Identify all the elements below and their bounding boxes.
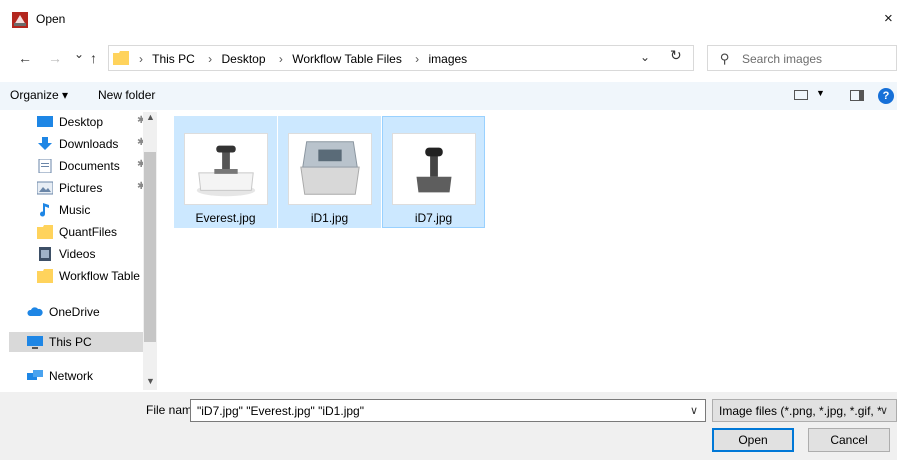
window-title: Open — [36, 12, 66, 26]
change-view-dropdown-icon[interactable]: ▼ — [816, 88, 825, 98]
file-type-select[interactable]: Image files (*.png, *.jpg, *.gif, * — [712, 399, 897, 422]
sidebar-item-label: Network — [49, 369, 94, 383]
folder-icon — [37, 269, 53, 283]
sidebar-item-label: Desktop — [59, 115, 104, 129]
new-folder-button[interactable]: New folder — [98, 88, 155, 102]
breadcrumb-separator: › — [139, 52, 143, 66]
videos-icon — [39, 247, 51, 261]
breadcrumb-separator: › — [415, 52, 420, 66]
music-icon — [40, 203, 49, 217]
breadcrumb-separator: › — [208, 52, 213, 66]
file-name-label: iD7.jpg — [414, 211, 453, 225]
image-thumbnail — [288, 133, 372, 205]
sidebar-item-downloads[interactable]: Downloads ✱ — [37, 134, 147, 154]
onedrive-icon — [27, 307, 43, 316]
file-name-dropdown-button[interactable]: ∨ — [690, 404, 698, 417]
downloads-icon — [38, 137, 52, 150]
cancel-button[interactable]: Cancel — [808, 428, 890, 452]
command-bar: Organize ▾ New folder ▼ ? — [0, 82, 897, 110]
file-name-input[interactable]: "iD7.jpg" "Everest.jpg" "iD1.jpg" — [190, 399, 706, 422]
search-box[interactable]: ⚲ Search images — [707, 45, 897, 71]
pictures-icon — [37, 181, 53, 195]
sidebar-item-pictures[interactable]: Pictures ✱ — [37, 178, 147, 198]
file-item-id7[interactable]: iD7.jpg — [382, 116, 485, 228]
sidebar-item-music[interactable]: Music — [37, 200, 147, 220]
sidebar-item-label: This PC — [49, 335, 92, 349]
file-name-label: iD1.jpg — [310, 211, 349, 225]
address-dropdown-button[interactable]: ⌄ — [640, 50, 650, 64]
breadcrumb-workflow-table-files[interactable]: Workflow Table Files — [292, 52, 402, 66]
folder-icon — [113, 51, 129, 65]
sidebar-item-label: QuantFiles — [59, 225, 118, 239]
title-bar: Open × — [0, 0, 897, 38]
sidebar-item-documents[interactable]: Documents ✱ — [37, 156, 147, 176]
network-icon — [27, 370, 43, 380]
sidebar-item-quantfiles[interactable]: QuantFiles — [37, 222, 147, 242]
sidebar-item-label: Documents — [59, 159, 120, 173]
address-bar[interactable]: › This PC › Desktop › Workflow Table Fil… — [108, 45, 694, 71]
search-placeholder: Search images — [742, 52, 823, 66]
file-name-label: Everest.jpg — [195, 211, 256, 225]
breadcrumb-separator: › — [278, 52, 283, 66]
breadcrumb-desktop[interactable]: Desktop — [222, 52, 266, 66]
this-pc-icon — [27, 336, 43, 349]
scroll-up-icon[interactable]: ▲ — [146, 112, 155, 122]
sidebar-item-onedrive[interactable]: OneDrive — [27, 302, 137, 322]
file-item-everest[interactable]: Everest.jpg — [174, 116, 277, 228]
organize-menu-button[interactable]: Organize ▾ — [10, 88, 68, 102]
recent-locations-button[interactable]: ⌄ — [74, 47, 84, 61]
breadcrumb-this-pc[interactable]: This PC — [152, 52, 195, 66]
sidebar-item-workflow-table-files[interactable]: Workflow Table I — [37, 266, 147, 286]
sidebar-item-label: Music — [59, 203, 91, 217]
forward-button[interactable]: → — [48, 50, 62, 66]
refresh-button[interactable]: ↻ — [670, 47, 682, 64]
sidebar-item-this-pc[interactable]: This PC — [9, 332, 143, 352]
change-view-icon[interactable] — [794, 90, 808, 100]
desktop-icon — [37, 116, 53, 127]
back-button[interactable]: ← — [18, 50, 32, 66]
help-icon[interactable]: ? — [878, 88, 894, 104]
up-button[interactable]: ↑ — [90, 50, 97, 66]
sidebar-scrollbar[interactable]: ▲ ▼ — [143, 112, 157, 390]
sidebar-item-desktop[interactable]: Desktop ✱ — [37, 112, 145, 132]
folder-icon — [37, 225, 53, 239]
scroll-down-icon[interactable]: ▼ — [146, 376, 155, 386]
preview-pane-icon[interactable] — [850, 90, 864, 101]
image-thumbnail — [184, 133, 268, 205]
image-thumbnail — [392, 133, 476, 205]
file-item-id1[interactable]: iD1.jpg — [278, 116, 381, 228]
sidebar-item-network[interactable]: Network — [27, 366, 137, 386]
open-button[interactable]: Open — [712, 428, 794, 452]
sidebar-item-label: Pictures — [59, 181, 103, 195]
sidebar-item-label: Videos — [59, 247, 96, 261]
sidebar-item-videos[interactable]: Videos — [37, 244, 147, 264]
close-button[interactable]: × — [884, 10, 893, 27]
sidebar-item-label: OneDrive — [49, 305, 100, 319]
scrollbar-thumb[interactable] — [144, 152, 156, 342]
navigation-pane: Desktop ✱ Downloads ✱ Documents ✱ Pictur… — [9, 112, 157, 390]
file-type-dropdown-icon[interactable]: ∨ — [880, 404, 888, 417]
breadcrumb-images[interactable]: images — [429, 52, 468, 66]
sidebar-item-label: Downloads — [59, 137, 119, 151]
documents-icon — [38, 159, 52, 173]
sidebar-item-label: Workflow Table I — [59, 269, 147, 283]
app-icon — [12, 12, 28, 28]
search-icon: ⚲ — [720, 51, 730, 66]
